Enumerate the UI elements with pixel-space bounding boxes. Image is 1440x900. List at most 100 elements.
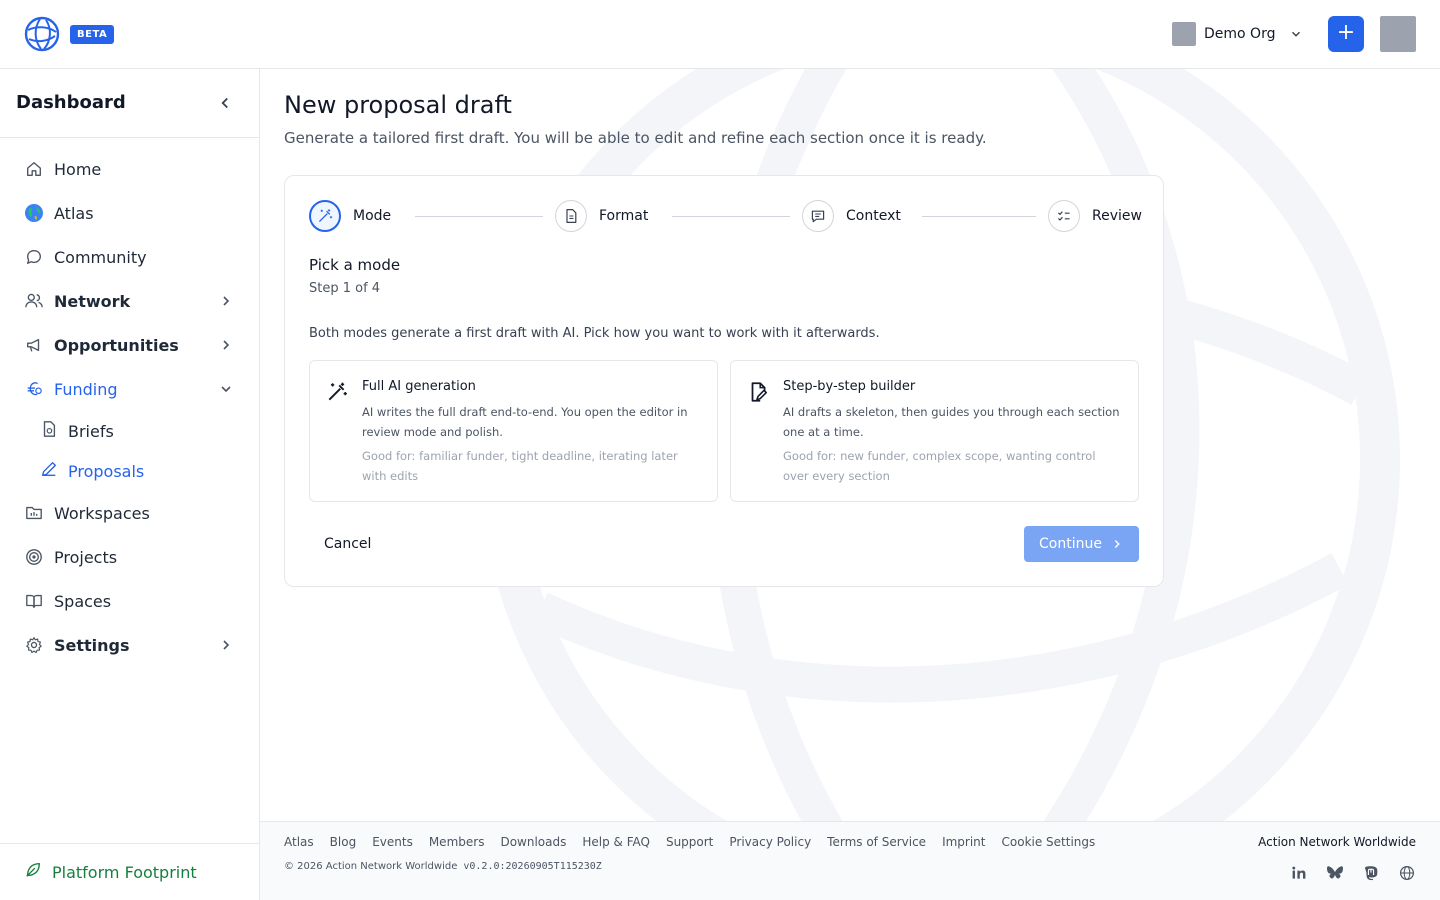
sidebar-nav: Home Atlas Community Network Opportuniti… <box>0 147 259 667</box>
step-label: Review <box>1092 208 1142 224</box>
good-for-label: Good for: <box>783 449 837 463</box>
sidebar-item-network[interactable]: Network <box>0 279 259 323</box>
sidebar-item-label: Opportunities <box>54 335 179 355</box>
sidebar-item-opportunities[interactable]: Opportunities <box>0 323 259 367</box>
social-links <box>1290 864 1416 882</box>
mode-option-full-ai[interactable]: Full AI generation AI writes the full dr… <box>309 360 718 502</box>
footer-link[interactable]: Downloads <box>500 835 566 849</box>
bluesky-butterfly-icon[interactable] <box>1326 864 1344 882</box>
top-bar: BETA Demo Org + <box>0 0 1440 69</box>
chevron-right-icon <box>223 296 230 306</box>
collapse-sidebar-icon[interactable] <box>216 94 234 112</box>
sidebar-item-workspaces[interactable]: Workspaces <box>0 491 259 535</box>
footer-link[interactable]: Blog <box>330 835 357 849</box>
add-button[interactable]: + <box>1328 16 1364 52</box>
sidebar: Dashboard Home Atlas Community Network O… <box>0 69 260 900</box>
sidebar-item-label: Atlas <box>54 203 94 223</box>
step-format[interactable]: Format <box>555 200 648 232</box>
sidebar-subitem-briefs[interactable]: Briefs <box>0 411 259 451</box>
document-icon <box>555 200 587 232</box>
option-description: AI writes the full draft end-to-end. You… <box>362 405 688 439</box>
sidebar-item-home[interactable]: Home <box>0 147 259 191</box>
leaf-icon <box>24 861 42 883</box>
earth-globe-icon <box>24 203 44 223</box>
sidebar-item-label: Funding <box>54 379 118 399</box>
option-good-for: Good for: new funder, complex scope, wan… <box>783 446 1123 486</box>
user-avatar[interactable] <box>1380 16 1416 52</box>
sidebar-item-spaces[interactable]: Spaces <box>0 579 259 623</box>
platform-footprint-link[interactable]: Platform Footprint <box>0 843 259 900</box>
chevron-right-icon <box>223 640 230 650</box>
step-label: Mode <box>353 208 392 224</box>
magic-wand-icon <box>328 382 347 401</box>
sidebar-item-label: Settings <box>54 635 130 655</box>
footer-link[interactable]: Support <box>666 835 713 849</box>
footer-link[interactable]: Events <box>372 835 413 849</box>
mastodon-icon[interactable] <box>1362 864 1380 882</box>
page-subtitle: Generate a tailored first draft. You wil… <box>284 129 987 147</box>
section-step-indicator: Step 1 of 4 <box>309 281 381 296</box>
beta-badge: BETA <box>70 25 115 44</box>
globe-logo-icon[interactable] <box>24 16 60 52</box>
sidebar-item-community[interactable]: Community <box>0 235 259 279</box>
org-name: Demo Org <box>1204 26 1276 42</box>
step-label: Format <box>599 208 649 224</box>
chevron-right-icon <box>1114 540 1120 548</box>
footer-link[interactable]: Members <box>429 835 485 849</box>
cancel-button[interactable]: Cancel <box>309 526 386 562</box>
page-title: New proposal draft <box>284 91 512 119</box>
sidebar-item-atlas[interactable]: Atlas <box>0 191 259 235</box>
sidebar-item-label: Spaces <box>54 591 112 611</box>
website-globe-icon[interactable] <box>1398 864 1416 882</box>
users-icon <box>24 291 44 311</box>
footer: Atlas Blog Events Members Downloads Help… <box>260 821 1440 900</box>
version-text: v0.2.0:20260905T115230Z <box>463 861 602 872</box>
chevron-right-icon <box>223 340 230 350</box>
home-icon <box>24 159 44 179</box>
step-review[interactable]: Review <box>1048 200 1142 232</box>
linkedin-icon[interactable] <box>1290 864 1308 882</box>
footer-link[interactable]: Privacy Policy <box>729 835 811 849</box>
sidebar-item-funding[interactable]: Funding <box>0 367 259 411</box>
document-dollar-icon <box>40 420 58 442</box>
sidebar-header: Dashboard <box>0 69 259 138</box>
sidebar-item-settings[interactable]: Settings <box>0 623 259 667</box>
option-title: Full AI generation <box>362 379 476 394</box>
chevron-down-icon <box>221 386 231 393</box>
org-switcher[interactable]: Demo Org <box>1172 22 1303 46</box>
wizard-stepper: Mode Format Context Review <box>309 200 1142 232</box>
mode-option-step-by-step[interactable]: Step-by-step builder AI drafts a skeleto… <box>730 360 1139 502</box>
folder-chart-icon <box>24 503 44 523</box>
chat-bubble-icon <box>24 247 44 267</box>
target-icon <box>24 547 44 567</box>
sidebar-title: Dashboard <box>16 92 126 113</box>
checklist-icon <box>1048 200 1080 232</box>
sidebar-item-projects[interactable]: Projects <box>0 535 259 579</box>
step-connector <box>415 216 543 217</box>
sidebar-subitem-label: Briefs <box>68 421 114 441</box>
step-context[interactable]: Context <box>802 200 901 232</box>
footer-link[interactable]: Imprint <box>942 835 985 849</box>
megaphone-icon <box>24 335 44 355</box>
platform-footprint-label: Platform Footprint <box>52 862 197 882</box>
footer-link[interactable]: Cookie Settings <box>1002 835 1096 849</box>
continue-label: Continue <box>1039 536 1102 552</box>
footer-link[interactable]: Help & FAQ <box>582 835 650 849</box>
sidebar-subitem-label: Proposals <box>68 461 145 481</box>
good-for-label: Good for: <box>362 449 416 463</box>
footer-link[interactable]: Atlas <box>284 835 314 849</box>
message-text-icon <box>802 200 834 232</box>
step-mode[interactable]: Mode <box>309 200 391 232</box>
open-book-icon <box>24 591 44 611</box>
option-title: Step-by-step builder <box>783 379 916 394</box>
sidebar-item-label: Community <box>54 247 147 267</box>
sidebar-subitem-proposals[interactable]: Proposals <box>0 451 259 491</box>
gear-icon <box>24 635 44 655</box>
footer-copyright: © 2026 Action Network Worldwide v0.2.0:20… <box>284 861 602 872</box>
option-good-for: Good for: familiar funder, tight deadlin… <box>362 446 702 486</box>
continue-button[interactable]: Continue <box>1024 526 1139 562</box>
sidebar-item-label: Projects <box>54 547 118 567</box>
sidebar-item-label: Home <box>54 159 102 179</box>
footer-link[interactable]: Terms of Service <box>827 835 926 849</box>
wizard-card: Mode Format Context Review Pick a mode S… <box>284 175 1164 587</box>
